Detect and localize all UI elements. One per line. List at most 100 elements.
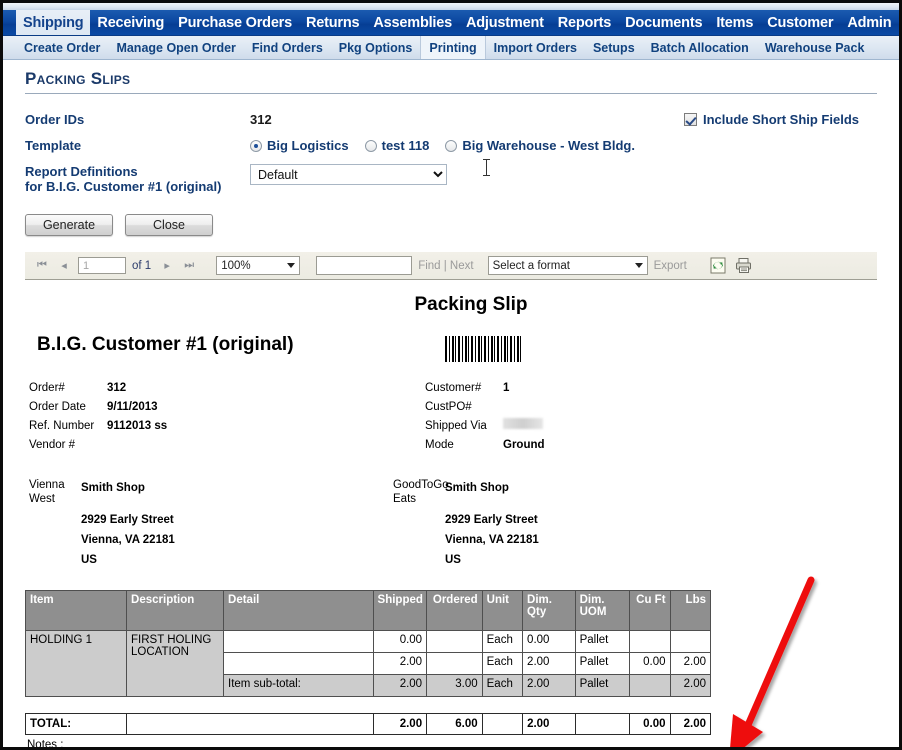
- export-format-select[interactable]: Select a format: [487, 256, 648, 275]
- field-label: Order Date: [29, 401, 86, 413]
- template-option-label: test 118: [381, 138, 430, 153]
- find-next-label[interactable]: Find | Next: [418, 260, 473, 272]
- total-dim-qty: 2.00: [522, 713, 576, 735]
- nav-tab-shipping[interactable]: Shipping: [16, 10, 91, 36]
- page-number-input[interactable]: 1: [78, 257, 126, 274]
- nav-tab-adjustment[interactable]: Adjustment: [459, 10, 551, 36]
- total-label: TOTAL:: [24, 713, 128, 735]
- cell-ordered: [426, 652, 483, 675]
- address-block-ship-to: GoodToGo Eats Smith Shop 2929 Early Stre…: [393, 478, 539, 570]
- address-block-ship-from: Vienna West Smith Shop 2929 Early Street…: [25, 478, 393, 570]
- redacted-value: [503, 418, 543, 429]
- address-line-3: US: [445, 554, 461, 566]
- cell-cu-ft: [629, 674, 671, 697]
- field-cust-po-number: CustPO#: [425, 399, 545, 416]
- subnav-item-setups[interactable]: Setups: [585, 36, 643, 59]
- column-header-cu-ft: Cu Ft: [629, 590, 671, 631]
- subnav-item-label: Batch Allocation: [650, 40, 749, 55]
- close-button[interactable]: Close: [125, 214, 213, 236]
- subnav-item-create-order[interactable]: Create Order: [16, 36, 108, 59]
- next-page-icon[interactable]: ▸: [156, 256, 178, 276]
- field-label: Order#: [29, 382, 65, 394]
- address-tag: Vienna West: [29, 479, 65, 505]
- column-header-unit: Unit: [481, 590, 524, 631]
- nav-tab-label: Adjustment: [466, 15, 544, 31]
- find-input[interactable]: [316, 256, 413, 275]
- radio-indicator[interactable]: [445, 139, 458, 152]
- nav-tab-label: Assemblies: [373, 15, 452, 31]
- cell-lbs: [669, 630, 712, 653]
- subnav-item-printing[interactable]: Printing: [420, 36, 486, 59]
- chevron-down-icon: [634, 263, 643, 268]
- nav-tab-assemblies[interactable]: Assemblies: [366, 10, 459, 36]
- nav-tab-label: Purchase Orders: [178, 15, 292, 31]
- include-short-ship-checkbox[interactable]: [683, 113, 697, 126]
- subnav-item-warehouse-pack[interactable]: Warehouse Pack: [757, 36, 873, 59]
- first-page-icon[interactable]: ⏮: [31, 256, 53, 276]
- template-option-label: Big Warehouse - West Bldg.: [462, 138, 635, 153]
- cell-lbs: 2.00: [669, 674, 712, 697]
- nav-tab-admin[interactable]: Admin: [840, 10, 898, 36]
- zoom-select[interactable]: 100%: [216, 256, 301, 275]
- report-field-groups: Order# 312 Order Date 9/11/2013 Ref. Num…: [25, 380, 877, 454]
- subnav-item-find-orders[interactable]: Find Orders: [244, 36, 331, 59]
- export-label[interactable]: Export: [654, 260, 687, 272]
- nav-tab-items[interactable]: Items: [709, 10, 760, 36]
- address-line-2: Vienna, VA 22181: [81, 534, 175, 546]
- subnav-item-batch-allocation[interactable]: Batch Allocation: [643, 36, 757, 59]
- include-short-ship-row[interactable]: Include Short Ship Fields: [683, 112, 859, 127]
- nav-tab-returns[interactable]: Returns: [299, 10, 366, 36]
- cell-dim-qty: 0.00: [522, 630, 576, 653]
- column-header-dim-uom: Dim. UOM: [574, 590, 631, 631]
- subnav-item-label: Manage Open Order: [116, 40, 236, 55]
- total-cu-ft: 0.00: [629, 713, 671, 735]
- template-option-big-warehouse-west-bldg[interactable]: Big Warehouse - West Bldg.: [445, 138, 635, 153]
- address-line-1: 2929 Early Street: [81, 514, 174, 526]
- cell-cu-ft: 0.00: [629, 652, 671, 675]
- page-title: Packing Slips: [25, 69, 131, 88]
- table-header-row: Item Description Detail Shipped Ordered …: [24, 590, 712, 631]
- subnav-item-label: Setups: [592, 40, 635, 55]
- column-header-dim-qty: Dim. Qty: [522, 590, 576, 631]
- report-definition-select[interactable]: Default: [250, 164, 447, 185]
- nav-tab-receiving[interactable]: Receiving: [90, 10, 171, 36]
- text-cursor-icon: [483, 159, 490, 176]
- cell-lbs: 2.00: [669, 652, 712, 675]
- radio-indicator[interactable]: [250, 139, 262, 152]
- field-value: 9/11/2013: [107, 401, 158, 413]
- nav-tab-customer[interactable]: Customer: [760, 10, 840, 36]
- last-page-icon[interactable]: ⏭: [178, 256, 200, 276]
- report-viewer-toolbar: ⏮ ◂ 1 of 1 ▸ ⏭ 100% Find | Next Select a…: [25, 252, 877, 280]
- cell-unit: Each: [481, 652, 524, 675]
- nav-tab-purchase-orders[interactable]: Purchase Orders: [171, 10, 299, 36]
- field-shipped-via: Shipped Via: [425, 418, 545, 435]
- nav-tab-label: Shipping: [23, 15, 84, 31]
- cell-ordered: [426, 630, 483, 653]
- radio-indicator[interactable]: [364, 139, 377, 152]
- report-addresses: Vienna West Smith Shop 2929 Early Street…: [25, 478, 877, 570]
- total-shipped: 2.00: [372, 713, 428, 735]
- refresh-icon[interactable]: [705, 257, 731, 274]
- notes-label: Notes :: [27, 739, 64, 750]
- subnav-item-manage-open-order[interactable]: Manage Open Order: [108, 36, 243, 59]
- generate-button[interactable]: Generate: [25, 214, 113, 236]
- template-option-big-logistics[interactable]: Big Logistics: [250, 138, 349, 153]
- nav-tab-reports[interactable]: Reports: [551, 10, 618, 36]
- cell-shipped: 2.00: [372, 674, 428, 697]
- template-option-test-118[interactable]: test 118: [364, 138, 430, 153]
- field-label: Customer#: [425, 382, 482, 394]
- subnav-item-pkg-options[interactable]: Pkg Options: [331, 36, 421, 59]
- nav-tab-documents[interactable]: Documents: [618, 10, 709, 36]
- field-label: Vendor #: [29, 439, 76, 451]
- nav-tab-home[interactable]: Home: [898, 10, 899, 36]
- column-header-item: Item: [24, 590, 128, 631]
- address-line-3: US: [81, 554, 97, 566]
- subnav-item-import-orders[interactable]: Import Orders: [486, 36, 585, 59]
- cell-dim-uom: Pallet: [574, 674, 631, 697]
- page-content: Packing Slips Include Short Ship Fields …: [3, 69, 899, 750]
- total-detail: [126, 713, 374, 735]
- previous-page-icon[interactable]: ◂: [53, 256, 75, 276]
- cell-subtotal-label: Item sub-total:: [223, 674, 374, 697]
- page-title-container: Packing Slips: [25, 69, 877, 94]
- print-icon[interactable]: [731, 257, 757, 274]
